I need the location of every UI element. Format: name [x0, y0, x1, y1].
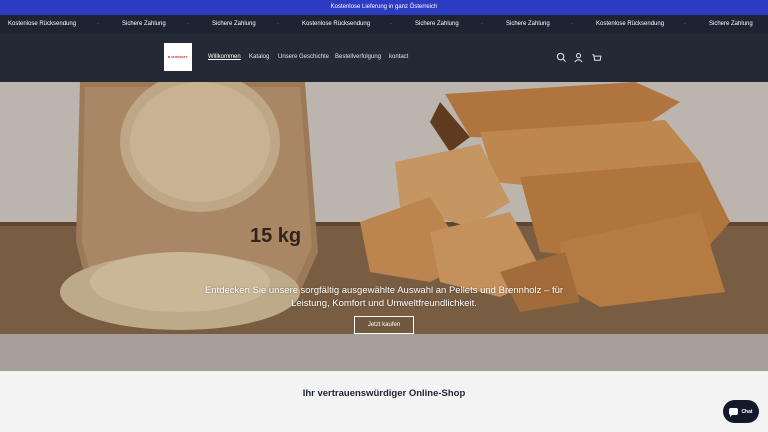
nav-unsere-geschichte[interactable]: Unsere Geschichte	[278, 54, 329, 60]
ticker-separator: ·	[684, 21, 686, 27]
ticker-separator: ·	[390, 21, 392, 27]
hero-text: Entdecken Sie unsere sorgfältig ausgewäh…	[204, 285, 564, 309]
nav-katalog[interactable]: Katalog	[249, 54, 269, 60]
ticker-item: Sichere Zahlung	[212, 21, 256, 27]
chat-label: Chat	[741, 408, 753, 415]
cart-icon[interactable]	[591, 52, 602, 63]
account-icon[interactable]	[573, 52, 584, 63]
ticker-separator: ·	[97, 21, 99, 27]
announcement-bar: Kostenlose Lieferung in ganz Österreich	[0, 0, 768, 15]
search-icon[interactable]	[556, 52, 567, 63]
ticker-item: Sichere Zahlung	[709, 21, 753, 27]
shop-now-button[interactable]: Jetzt kaufen	[354, 316, 414, 334]
nav-willkommen[interactable]: Willkommen	[208, 54, 241, 60]
ticker-separator: ·	[277, 21, 279, 27]
ticker-separator: ·	[187, 21, 189, 27]
ticker-item: Kostenlose Rücksendung	[302, 21, 371, 27]
chat-button[interactable]: Chat	[723, 400, 759, 423]
ticker-item: Kostenlose Rücksendung	[8, 21, 77, 27]
site-header: NUTKRAFT Willkommen Katalog Unsere Gesch…	[0, 33, 768, 82]
ticker-bar: Kostenlose Rücksendung · Sichere Zahlung…	[0, 15, 768, 33]
ticker-item: Sichere Zahlung	[506, 21, 550, 27]
nav-kontact[interactable]: kontact	[389, 54, 408, 60]
chat-bubble-icon	[729, 408, 739, 417]
hero-bottom-band	[0, 334, 768, 371]
ticker-item: Kostenlose Rücksendung	[596, 21, 665, 27]
ticker-separator: ·	[571, 21, 573, 27]
site-logo[interactable]: NUTKRAFT	[164, 43, 192, 71]
ticker-item: Sichere Zahlung	[415, 21, 459, 27]
ticker-item: Sichere Zahlung	[122, 21, 166, 27]
section-title: Ihr vertrauenswürdiger Online-Shop	[302, 388, 466, 399]
ticker-separator: ·	[481, 21, 483, 27]
trust-section: Ihr vertrauenswürdiger Online-Shop	[0, 371, 768, 432]
nav-bestellverfolgung[interactable]: Bestellverfolgung	[335, 54, 381, 60]
logo-text: NUTKRAFT	[168, 55, 187, 59]
